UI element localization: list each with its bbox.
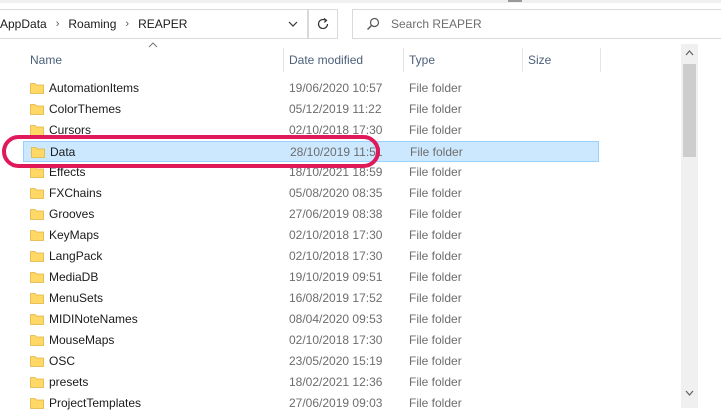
scroll-up-icon[interactable] — [685, 50, 694, 56]
folder-icon — [30, 188, 44, 199]
file-type: File folder — [409, 333, 462, 347]
list-item[interactable]: LangPack 02/10/2018 17:30 File folder — [23, 246, 599, 267]
file-date-modified: 19/06/2020 10:57 — [289, 81, 383, 95]
file-name: AutomationItems — [49, 81, 140, 95]
folder-icon — [30, 251, 44, 262]
folder-icon — [30, 356, 44, 367]
file-type: File folder — [409, 312, 462, 326]
scrollbar-thumb[interactable] — [683, 64, 696, 157]
file-type: File folder — [409, 186, 462, 200]
column-divider[interactable] — [600, 48, 601, 72]
file-name: MouseMaps — [49, 333, 115, 347]
list-item[interactable]: AutomationItems 19/06/2020 10:57 File fold… — [23, 78, 599, 99]
folder-icon — [30, 335, 44, 346]
breadcrumb-roaming[interactable]: Roaming — [68, 17, 116, 31]
column-type[interactable]: Type — [403, 44, 523, 76]
chevron-right-icon[interactable]: › — [125, 18, 129, 30]
chevron-right-icon[interactable]: › — [56, 18, 60, 30]
folder-icon — [30, 230, 44, 241]
file-name: MenuSets — [49, 291, 104, 305]
file-name: LangPack — [49, 249, 103, 263]
file-date-modified: 27/06/2019 08:38 — [289, 207, 383, 221]
file-type: File folder — [409, 354, 462, 368]
file-name: presets — [49, 375, 89, 389]
refresh-button[interactable] — [308, 9, 338, 39]
file-type: File folder — [409, 228, 462, 242]
folder-icon — [30, 398, 44, 409]
file-type: File folder — [409, 291, 462, 305]
list-item[interactable]: MouseMaps 02/10/2018 17:30 File folder — [23, 330, 599, 351]
list-item[interactable]: ColorThemes 05/12/2019 11:22 File folder — [23, 99, 599, 120]
breadcrumb-appdata[interactable]: AppData — [0, 17, 47, 31]
chevron-down-icon[interactable] — [287, 18, 299, 30]
file-name: OSC — [49, 354, 76, 368]
file-name: Grooves — [49, 207, 95, 221]
file-date-modified: 02/10/2018 17:30 — [289, 228, 383, 242]
search-icon — [366, 17, 380, 31]
file-type: File folder — [409, 81, 462, 95]
file-date-modified: 23/05/2020 15:19 — [289, 354, 383, 368]
file-date-modified: 05/12/2019 11:22 — [289, 102, 382, 116]
file-type: File folder — [409, 123, 462, 137]
file-type: File folder — [409, 396, 462, 410]
column-header: Name Date modified Type Size — [0, 42, 681, 76]
list-item[interactable]: OSC 23/05/2020 15:19 File folder — [23, 351, 599, 372]
search-box[interactable] — [352, 9, 721, 39]
list-item[interactable]: FXChains 05/08/2020 08:35 File folder — [23, 183, 599, 204]
file-name: KeyMaps — [49, 228, 100, 242]
file-type: File folder — [410, 145, 463, 159]
folder-icon — [30, 293, 44, 304]
scroll-down-icon[interactable] — [685, 390, 694, 396]
folder-icon — [30, 83, 44, 94]
file-date-modified: 19/10/2019 09:51 — [289, 270, 383, 284]
list-item[interactable]: MIDINoteNames 08/04/2020 09:53 File folder — [23, 309, 599, 330]
file-name: FXChains — [49, 186, 102, 200]
search-input[interactable] — [391, 17, 691, 31]
folder-icon — [30, 272, 44, 283]
file-type: File folder — [409, 270, 462, 284]
list-item[interactable]: MediaDB 19/10/2019 09:51 File folder — [23, 267, 599, 288]
file-date-modified: 02/10/2018 17:30 — [289, 249, 383, 263]
column-size[interactable]: Size — [522, 44, 600, 76]
file-name: MIDINoteNames — [49, 312, 138, 326]
vertical-scrollbar[interactable] — [681, 44, 698, 408]
folder-icon — [30, 314, 44, 325]
column-name[interactable]: Name — [24, 44, 284, 76]
folder-icon — [30, 377, 44, 388]
file-type: File folder — [409, 249, 462, 263]
file-name: ColorThemes — [49, 102, 122, 116]
list-item[interactable]: ProjectTemplates 27/06/2019 09:03 File fol… — [23, 393, 599, 414]
file-type: File folder — [409, 102, 462, 116]
file-date-modified: 16/08/2019 17:52 — [289, 291, 383, 305]
list-item[interactable]: KeyMaps 02/10/2018 17:30 File folder — [23, 225, 599, 246]
column-date-modified[interactable]: Date modified — [283, 44, 403, 76]
folder-icon — [30, 209, 44, 220]
list-item[interactable]: MenuSets 16/08/2019 17:52 File folder — [23, 288, 599, 309]
file-type: File folder — [409, 165, 462, 179]
breadcrumb: AppData › Roaming › REAPER — [0, 17, 187, 31]
file-date-modified: 08/04/2020 09:53 — [289, 312, 383, 326]
file-type: File folder — [409, 375, 462, 389]
address-bar[interactable]: AppData › Roaming › REAPER — [0, 9, 308, 39]
window-top-edge — [0, 0, 721, 3]
file-name: ProjectTemplates — [49, 396, 142, 410]
refresh-icon — [317, 18, 329, 30]
list-item[interactable]: presets 18/02/2021 12:36 File folder — [23, 372, 599, 393]
breadcrumb-reaper[interactable]: REAPER — [138, 17, 187, 31]
list-item[interactable]: Grooves 27/06/2019 08:38 File folder — [23, 204, 599, 225]
titlebar-fragment — [508, 0, 522, 2]
highlight-annotation — [2, 135, 380, 168]
folder-icon — [30, 104, 44, 115]
file-date-modified: 27/06/2019 09:03 — [289, 396, 383, 410]
file-date-modified: 05/08/2020 08:35 — [289, 186, 383, 200]
file-date-modified: 02/10/2018 17:30 — [289, 333, 383, 347]
file-date-modified: 18/02/2021 12:36 — [289, 375, 383, 389]
file-type: File folder — [409, 207, 462, 221]
file-name: MediaDB — [49, 270, 99, 284]
